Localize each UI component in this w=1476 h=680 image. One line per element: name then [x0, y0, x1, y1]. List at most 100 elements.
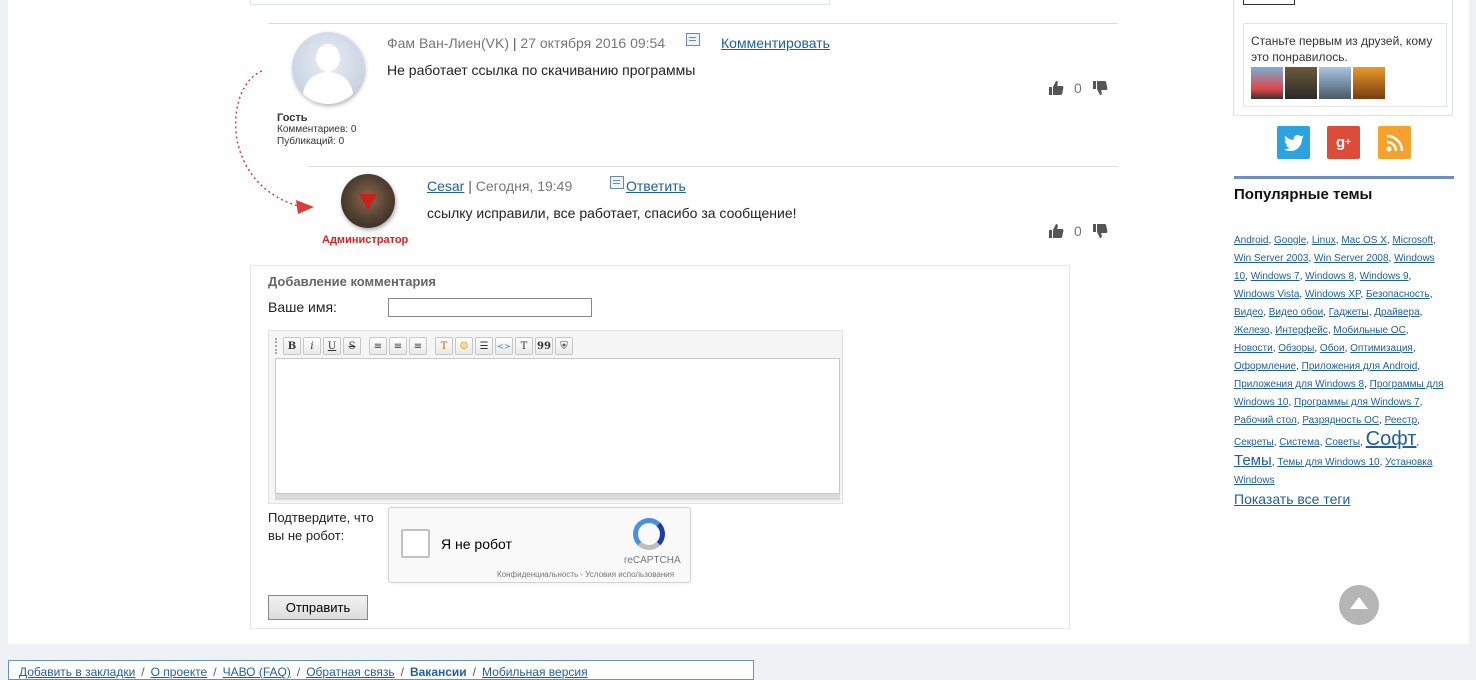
editor-toolbar: B i U S ≡ ≡ ≡ T ☺ ☰ <> T 99 ⛨: [275, 336, 575, 356]
avatar[interactable]: [1319, 67, 1351, 99]
underline-button[interactable]: U: [323, 337, 341, 355]
tag-link[interactable]: Windows Vista: [1234, 289, 1299, 300]
typography-button[interactable]: T: [515, 337, 533, 355]
show-all-tags-link[interactable]: Показать все теги: [1234, 491, 1350, 507]
bold-button[interactable]: B: [283, 337, 301, 355]
tag-link[interactable]: Оформление: [1234, 361, 1296, 372]
quote-icon[interactable]: [610, 176, 625, 189]
footer-link[interactable]: О проекте: [151, 665, 208, 679]
vk-like-widget: Станьте первым из друзей, кому это понра…: [1243, 23, 1447, 107]
tag-link[interactable]: Видео обои: [1269, 307, 1323, 318]
align-center-button[interactable]: ≡: [389, 337, 407, 355]
quote-icon[interactable]: [686, 33, 700, 46]
tag-link[interactable]: Новости: [1234, 343, 1273, 354]
editor-resize-handle[interactable]: [275, 494, 840, 500]
avatar[interactable]: [1353, 67, 1385, 99]
comment-meta: Cesar | Сегодня, 19:49: [427, 178, 573, 194]
comment-author-link[interactable]: Cesar: [427, 178, 464, 194]
recaptcha-logo-icon: [633, 518, 665, 550]
tag-link[interactable]: Linux: [1312, 235, 1336, 246]
align-right-button[interactable]: ≡: [409, 337, 427, 355]
tag-link[interactable]: Секреты: [1234, 437, 1274, 448]
vk-friend-faces: [1251, 67, 1385, 99]
tag-link[interactable]: Темы: [1234, 452, 1272, 469]
comment-link[interactable]: Комментировать: [721, 35, 830, 51]
tag-link[interactable]: Советы: [1325, 437, 1360, 448]
comment-votes: 0: [1048, 80, 1108, 96]
italic-button[interactable]: i: [303, 337, 321, 355]
tag-link[interactable]: Система: [1279, 437, 1319, 448]
popular-topics-title: Популярные темы: [1234, 186, 1373, 203]
list-button[interactable]: ☰: [475, 337, 493, 355]
align-left-button[interactable]: ≡: [369, 337, 387, 355]
previous-section-box: [250, 0, 830, 5]
comment-textarea[interactable]: [275, 358, 840, 494]
thumbs-down-icon[interactable]: [1092, 223, 1108, 239]
tag-link[interactable]: Win Server 2008: [1314, 253, 1388, 264]
google-plus-icon[interactable]: g +: [1327, 126, 1360, 159]
tag-link[interactable]: Google: [1274, 235, 1306, 246]
vote-count: 0: [1074, 223, 1082, 239]
tag-link[interactable]: Windows XP: [1305, 289, 1360, 300]
tag-link[interactable]: Мобильные ОС: [1333, 325, 1405, 336]
avatar[interactable]: [1251, 67, 1283, 99]
smiley-button[interactable]: ☺: [455, 337, 473, 355]
tag-link[interactable]: Оптимизация: [1350, 343, 1413, 354]
footer-link[interactable]: Обратная связь: [306, 665, 394, 679]
tag-link[interactable]: Видео: [1234, 307, 1263, 318]
tag-link[interactable]: Win Server 2003: [1234, 253, 1308, 264]
footer-link[interactable]: Мобильная версия: [482, 665, 588, 679]
tag-link[interactable]: Программы для Windows 7: [1294, 397, 1420, 408]
text-color-button[interactable]: T: [435, 337, 453, 355]
reply-arrow: [234, 70, 314, 214]
tag-link[interactable]: Приложения для Windows 8: [1234, 379, 1364, 390]
tag-link[interactable]: Драйвера: [1374, 307, 1419, 318]
tag-link[interactable]: Софт: [1366, 428, 1417, 450]
tag-link[interactable]: Реестр: [1385, 415, 1418, 426]
comment-editor: B i U S ≡ ≡ ≡ T ☺ ☰ <> T 99 ⛨: [268, 330, 843, 504]
comment-text: Не работает ссылка по скачиванию програм…: [387, 62, 696, 78]
footer-link[interactable]: Добавить в закладки: [19, 665, 135, 679]
tag-link[interactable]: Обзоры: [1278, 343, 1314, 354]
name-input[interactable]: [388, 298, 592, 317]
twitter-icon[interactable]: [1277, 126, 1310, 159]
tag-link[interactable]: Гаджеты: [1329, 307, 1369, 318]
tag-cloud: Android, Google, Linux, Mac OS X, Micros…: [1234, 235, 1444, 486]
tag-link[interactable]: Android: [1234, 235, 1268, 246]
footer-link[interactable]: Вакансии: [410, 665, 467, 679]
avatar[interactable]: [1285, 67, 1317, 99]
tag-link[interactable]: Железо: [1234, 325, 1270, 336]
sidebar-divider: [1234, 176, 1454, 179]
reply-link[interactable]: Ответить: [626, 178, 686, 194]
thumbs-down-icon[interactable]: [1092, 80, 1108, 96]
submit-button[interactable]: Отправить: [268, 595, 368, 620]
captcha-checkbox[interactable]: [401, 529, 430, 558]
captcha-privacy-link[interactable]: Конфиденциальность - Условия использован…: [497, 570, 674, 579]
footer-link[interactable]: ЧАВО (FAQ): [223, 665, 291, 679]
comment-divider: [268, 23, 1118, 24]
tag-link[interactable]: Mac OS X: [1341, 235, 1387, 246]
strike-button[interactable]: S: [343, 337, 361, 355]
spoiler-button[interactable]: ⛨: [555, 337, 573, 355]
tag-link[interactable]: Windows 9: [1360, 271, 1409, 282]
tag-link[interactable]: Windows 7: [1251, 271, 1300, 282]
captcha-label: Подтвердите, что вы не робот:: [268, 510, 374, 543]
tag-link[interactable]: Приложения для Android: [1302, 361, 1418, 372]
tag-link[interactable]: Темы для Windows 10: [1277, 457, 1379, 468]
tag-link[interactable]: Обои: [1320, 343, 1345, 354]
code-button[interactable]: <>: [495, 337, 513, 355]
tag-link[interactable]: Разрядность ОС: [1302, 415, 1379, 426]
tag-link[interactable]: Интерфейс: [1275, 325, 1328, 336]
user-role-admin: Администратор: [322, 234, 409, 246]
tag-link[interactable]: Рабочий стол: [1234, 415, 1297, 426]
scroll-to-top-button[interactable]: [1339, 585, 1379, 625]
tag-link[interactable]: Windows 8: [1305, 271, 1354, 282]
footer-links: Добавить в закладки / О проекте / ЧАВО (FAQ)…: [8, 660, 754, 680]
quote-button[interactable]: 99: [535, 337, 553, 355]
rss-icon[interactable]: [1378, 126, 1411, 159]
thumbs-up-icon[interactable]: [1048, 80, 1064, 96]
thumbs-up-icon[interactable]: [1048, 223, 1064, 239]
tag-link[interactable]: Microsoft: [1392, 235, 1433, 246]
comment-date: Сегодня, 19:49: [475, 178, 573, 194]
tag-link[interactable]: Безопасность: [1366, 289, 1430, 300]
